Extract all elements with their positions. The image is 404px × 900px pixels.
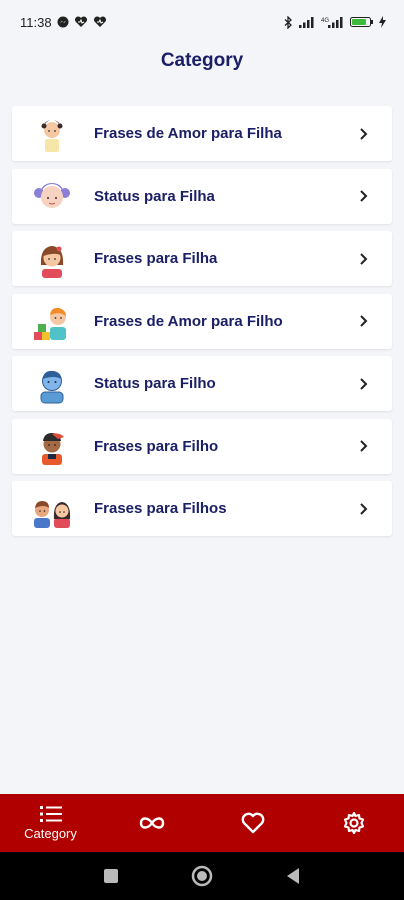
messenger-icon (57, 16, 69, 28)
boy-with-blocks-avatar-icon (34, 307, 66, 340)
category-item-frases-para-filha[interactable]: Frases para Filha (12, 231, 392, 286)
signal-icon (299, 17, 314, 28)
home-icon[interactable] (191, 865, 213, 887)
category-label: Frases para Filha (94, 250, 218, 267)
heart-notification-icon (74, 16, 87, 27)
category-label: Status para Filho (94, 375, 216, 392)
category-item-frases-para-filhos[interactable]: Frases para Filhos (12, 481, 392, 536)
category-label: Frases para Filhos (94, 500, 227, 517)
girl-avatar-icon (40, 245, 64, 278)
heart-icon (241, 812, 264, 834)
back-icon[interactable] (285, 867, 301, 885)
category-item-frases-de-amor-para-filho[interactable]: Frases de Amor para Filho (12, 293, 392, 349)
chevron-right-icon (360, 190, 368, 202)
category-item-status-para-filho[interactable]: Status para Filho (12, 356, 392, 411)
system-nav-bar (0, 852, 404, 900)
category-item-frases-de-amor-para-filha[interactable]: Frases de Amor para Filha (12, 106, 392, 161)
nav-item-favorites[interactable] (202, 794, 303, 852)
category-label: Status para Filha (94, 187, 215, 205)
girl-baby-avatar-icon (41, 119, 63, 152)
page-title: Category (160, 50, 244, 71)
nav-item-settings[interactable] (303, 794, 404, 852)
chevron-right-icon (360, 127, 368, 140)
bluetooth-icon (284, 15, 292, 29)
category-label: Frases para Filho (94, 437, 219, 455)
category-label: Frases de Amor para Filha (94, 125, 282, 142)
chevron-right-icon (360, 502, 368, 515)
recent-apps-icon[interactable] (103, 868, 119, 884)
signal-icon-2: 4G (321, 17, 343, 28)
status-bar: 11:38 4G (0, 0, 404, 44)
category-item-frases-para-filho[interactable]: Frases para Filho (12, 418, 392, 474)
battery-icon (350, 17, 373, 27)
chevron-right-icon (360, 440, 368, 452)
charging-icon (379, 16, 386, 28)
chevron-right-icon (360, 252, 368, 265)
category-label: Frases de Amor para Filho (94, 312, 283, 330)
nav-item-infinity[interactable] (101, 794, 202, 852)
nav-item-category[interactable]: Category (0, 794, 101, 852)
bottom-nav: Category (0, 794, 404, 852)
girl-pigtails-avatar-icon (34, 183, 70, 208)
boy-and-girl-avatar-icon (34, 500, 71, 528)
heart-notification-icon-2 (93, 16, 106, 27)
boy-cap-avatar-icon (42, 433, 64, 465)
svg-text:4G: 4G (321, 18, 329, 24)
list-icon (39, 806, 62, 822)
category-list: Frases de Amor para Filha Status para Fi… (12, 106, 392, 544)
status-time: 11:38 (20, 14, 52, 30)
settings-icon (343, 811, 364, 835)
nav-label-category: Category (24, 826, 77, 841)
boy-blue-avatar-icon (40, 370, 64, 403)
category-item-status-para-filha[interactable]: Status para Filha (12, 168, 392, 224)
chevron-right-icon (360, 315, 368, 327)
infinity-icon (139, 817, 164, 829)
chevron-right-icon (360, 377, 368, 390)
